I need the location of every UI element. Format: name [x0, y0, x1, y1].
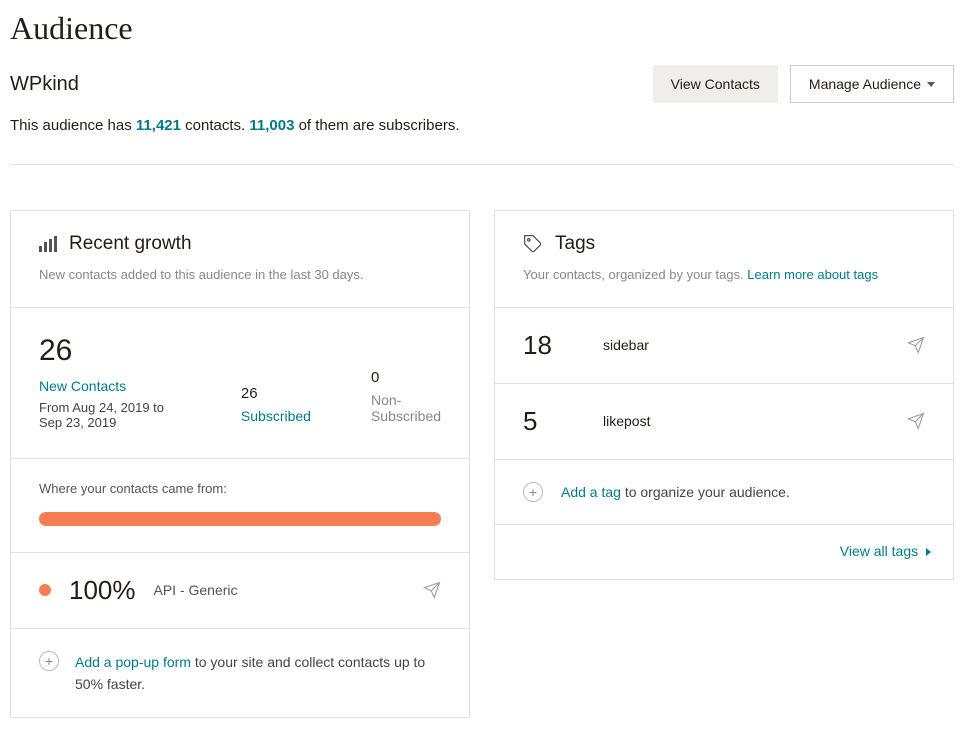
tags-header: Tags Your contacts, organized by your ta… [495, 211, 953, 308]
view-all-tags-row: View all tags [495, 525, 953, 579]
plus-icon[interactable]: + [39, 651, 59, 671]
tag-icon [523, 234, 543, 254]
chevron-down-icon [927, 82, 935, 87]
new-contacts-stat: 26 New Contacts From Aug 24, 2019 to Sep… [39, 334, 181, 430]
growth-stats: 26 New Contacts From Aug 24, 2019 to Sep… [11, 308, 469, 459]
manage-audience-button[interactable]: Manage Audience [790, 65, 954, 103]
source-color-dot [39, 584, 51, 596]
page-title: Audience [10, 10, 954, 47]
add-tag-text: Add a tag to organize your audience. [561, 484, 790, 500]
add-popup-form-link[interactable]: Add a pop-up form [75, 654, 191, 670]
view-all-tags-link[interactable]: View all tags [840, 543, 931, 559]
summary-suffix: of them are subscribers. [294, 117, 459, 134]
tag-row[interactable]: 5 likepost [495, 384, 953, 460]
tag-count: 18 [523, 330, 603, 361]
recent-growth-panel: Recent growth New contacts added to this… [10, 210, 470, 718]
source-percent: 100% [69, 575, 136, 606]
header-buttons: View Contacts Manage Audience [653, 65, 954, 103]
nonsub-label: Non-Subscribed [371, 392, 441, 424]
summary-mid: contacts. [181, 117, 249, 134]
view-all-label: View all tags [840, 543, 918, 559]
growth-subtitle: New contacts added to this audience in t… [39, 265, 441, 285]
growth-title-row: Recent growth [39, 233, 441, 255]
add-tag-rest: to organize your audience. [621, 484, 790, 500]
new-contacts-count: 26 [39, 334, 181, 368]
popup-hint-text: Add a pop-up form to your site and colle… [75, 651, 441, 696]
panels: Recent growth New contacts added to this… [10, 210, 954, 718]
audience-summary: This audience has 11,421 contacts. 11,00… [10, 117, 954, 165]
send-icon[interactable] [423, 581, 441, 599]
tags-panel: Tags Your contacts, organized by your ta… [494, 210, 954, 580]
tag-count: 5 [523, 406, 603, 437]
header-row: WPkind View Contacts Manage Audience [10, 65, 954, 103]
tag-row[interactable]: 18 sidebar [495, 308, 953, 384]
tags-title-row: Tags [523, 233, 925, 255]
nonsub-stat: 0 Non-Subscribed [371, 369, 441, 430]
subscribed-count: 26 [241, 385, 311, 402]
tags-subtitle-prefix: Your contacts, organized by your tags. [523, 267, 747, 282]
growth-title: Recent growth [69, 233, 192, 255]
source-row: 100% API - Generic [11, 553, 469, 629]
subscribers-count-link[interactable]: 11,003 [249, 117, 294, 134]
add-tag-link[interactable]: Add a tag [561, 484, 621, 500]
tag-name: likepost [603, 413, 907, 429]
growth-date-range: From Aug 24, 2019 to Sep 23, 2019 [39, 400, 181, 430]
send-icon[interactable] [907, 412, 925, 430]
tag-name: sidebar [603, 337, 907, 353]
growth-header: Recent growth New contacts added to this… [11, 211, 469, 308]
plus-icon[interactable]: + [523, 482, 543, 502]
source-name: API - Generic [154, 582, 406, 598]
add-tag-row: + Add a tag to organize your audience. [495, 460, 953, 525]
send-icon[interactable] [907, 336, 925, 354]
where-label: Where your contacts came from: [39, 481, 441, 496]
learn-more-tags-link[interactable]: Learn more about tags [747, 267, 878, 282]
bar-chart-icon [39, 236, 57, 252]
manage-audience-label: Manage Audience [809, 76, 921, 92]
popup-hint-row: + Add a pop-up form to your site and col… [11, 629, 469, 718]
contacts-count-link[interactable]: 11,421 [136, 117, 181, 134]
audience-name: WPkind [10, 73, 79, 96]
subscribed-label[interactable]: Subscribed [241, 408, 311, 424]
source-chart-section: Where your contacts came from: [11, 459, 469, 553]
summary-prefix: This audience has [10, 117, 136, 134]
nonsub-count: 0 [371, 369, 441, 386]
tags-subtitle: Your contacts, organized by your tags. L… [523, 265, 925, 285]
subscribed-stat: 26 Subscribed [241, 385, 311, 430]
tags-title: Tags [555, 233, 595, 255]
view-contacts-button[interactable]: View Contacts [653, 65, 778, 103]
chevron-right-icon [926, 548, 931, 556]
source-bar [39, 512, 441, 526]
new-contacts-label[interactable]: New Contacts [39, 378, 181, 394]
